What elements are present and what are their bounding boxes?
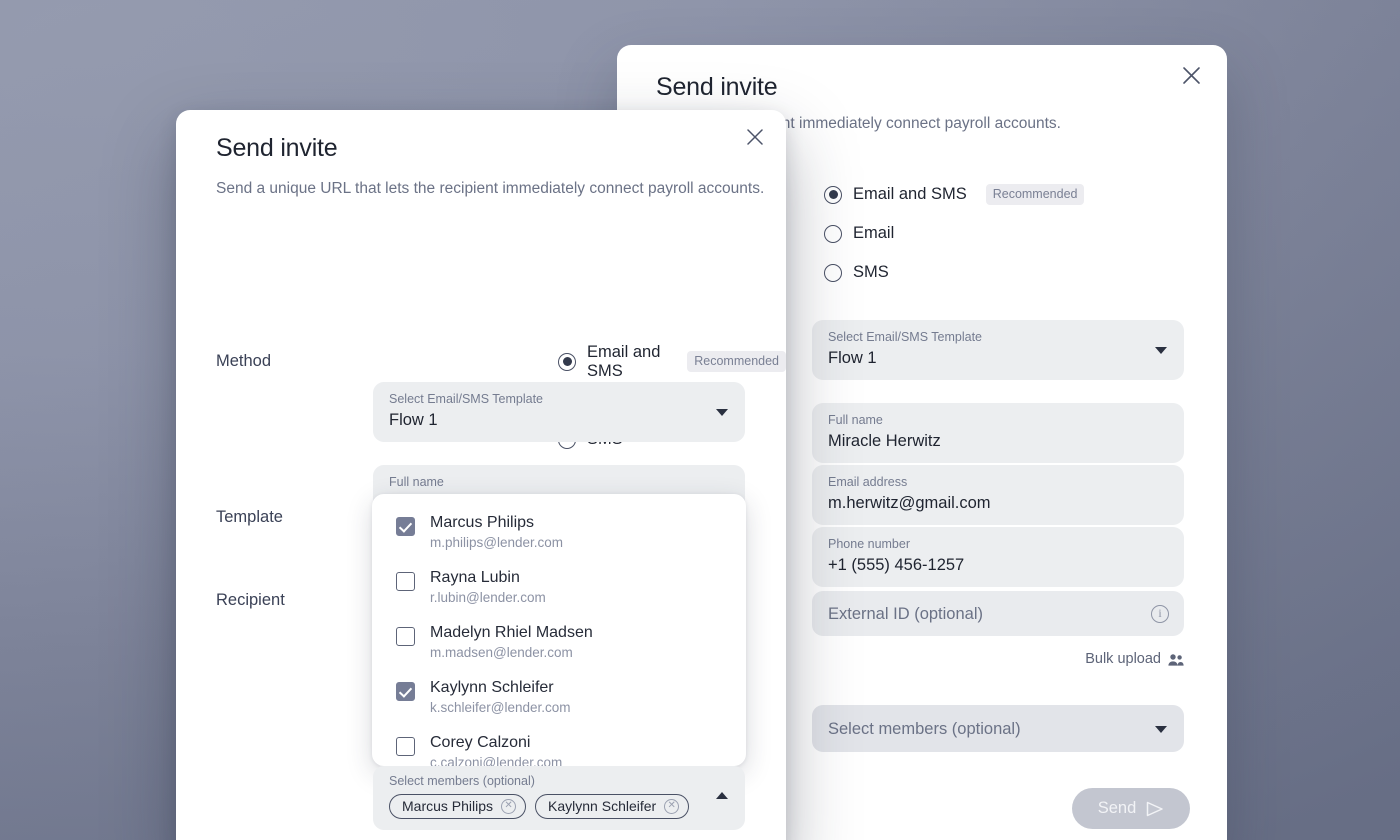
member-email: m.philips@lender.com <box>430 535 564 550</box>
back-dialog-close-button[interactable] <box>1173 57 1209 93</box>
close-icon <box>1182 66 1200 84</box>
back-phone-input[interactable]: Phone number +1 (555) 456-1257 <box>812 527 1184 587</box>
back-radio-email[interactable]: Email <box>824 214 1084 253</box>
chip-label: Kaylynn Schleifer <box>548 798 657 814</box>
checkbox-unchecked-icon[interactable] <box>396 572 415 591</box>
back-full-name-input[interactable]: Full name Miracle Herwitz <box>812 403 1184 463</box>
cc-members-input[interactable]: Select members (optional) Marcus Philips… <box>373 766 745 830</box>
members-option-list: Marcus Philips m.philips@lender.com Rayn… <box>372 494 746 766</box>
list-item[interactable]: Madelyn Rhiel Madsen m.madsen@lender.com <box>372 615 746 670</box>
dialog-close-button[interactable] <box>736 118 774 156</box>
dialog-subtitle: Send a unique URL that lets the recipien… <box>216 180 765 197</box>
close-icon <box>747 129 763 145</box>
radio-label: Email and SMS <box>587 342 661 380</box>
back-phone-value: +1 (555) 456-1257 <box>828 556 965 574</box>
checkbox-unchecked-icon[interactable] <box>396 627 415 646</box>
back-template-label: Select Email/SMS Template <box>828 330 982 344</box>
bulk-upload-button[interactable]: Bulk upload <box>1085 651 1184 667</box>
back-radio-sms[interactable]: SMS <box>824 253 1084 292</box>
back-external-id-input[interactable]: External ID (optional) i <box>812 591 1184 636</box>
info-icon[interactable]: i <box>1151 604 1169 623</box>
people-icon <box>1168 653 1184 666</box>
back-radio-label: Email <box>853 224 895 242</box>
chevron-down-icon <box>716 409 728 416</box>
chip-remove-icon[interactable]: ✕ <box>501 798 517 814</box>
member-name: Kaylynn Schleifer <box>430 679 554 696</box>
back-members-placeholder: Select members (optional) <box>828 720 1021 738</box>
radio-selected-icon <box>824 185 842 204</box>
back-template-value: Flow 1 <box>828 349 877 367</box>
back-template-select[interactable]: Select Email/SMS Template Flow 1 <box>812 320 1184 380</box>
send-button[interactable]: Send <box>1072 788 1190 829</box>
list-item[interactable]: Corey Calzoni c.calzoni@lender.com <box>372 725 746 766</box>
chevron-down-icon <box>1155 347 1167 354</box>
recommended-badge: Recommended <box>985 184 1085 205</box>
back-method-radio-group: Email and SMS Recommended Email SMS <box>824 175 1085 292</box>
members-dropdown-panel[interactable]: Marcus Philips m.philips@lender.com Rayn… <box>372 494 746 766</box>
recommended-badge: Recommended <box>687 351 786 372</box>
bulk-upload-label: Bulk upload <box>1085 651 1161 667</box>
member-email: k.schleifer@lender.com <box>430 700 571 715</box>
template-label: Select Email/SMS Template <box>389 392 543 406</box>
back-members-select[interactable]: Select members (optional) <box>812 705 1184 752</box>
label-method: Method <box>216 352 272 370</box>
back-radio-email-and-sms[interactable]: Email and SMS Recommended <box>824 175 1085 214</box>
back-radio-label: SMS <box>853 263 889 281</box>
app-background: Send invite hat lets the recipient immed… <box>0 0 1400 840</box>
dialog-title: Send invite <box>216 134 338 162</box>
back-radio-label: Email and SMS <box>853 185 967 203</box>
chevron-up-icon[interactable] <box>716 792 728 799</box>
selected-chips: Marcus Philips ✕ Kaylynn Schleifer ✕ <box>389 794 729 819</box>
cc-members-placeholder: Select members (optional) <box>389 774 535 788</box>
chip-label: Marcus Philips <box>402 798 494 814</box>
chip-marcus-philips[interactable]: Marcus Philips ✕ <box>389 794 527 819</box>
radio-selected-icon <box>558 352 576 371</box>
back-external-id-placeholder: External ID (optional) <box>828 605 983 623</box>
list-item[interactable]: Rayna Lubin r.lubin@lender.com <box>372 560 746 615</box>
list-item[interactable]: Marcus Philips m.philips@lender.com <box>372 505 746 560</box>
checkbox-checked-icon[interactable] <box>396 517 415 536</box>
label-template: Template <box>216 508 283 526</box>
member-name: Marcus Philips <box>430 514 535 531</box>
back-email-label: Email address <box>828 475 908 489</box>
template-select[interactable]: Select Email/SMS Template Flow 1 <box>373 382 745 442</box>
back-phone-label: Phone number <box>828 537 911 551</box>
member-name: Corey Calzoni <box>430 734 531 751</box>
list-item[interactable]: Kaylynn Schleifer k.schleifer@lender.com <box>372 670 746 725</box>
checkbox-checked-icon[interactable] <box>396 682 415 701</box>
member-email: m.madsen@lender.com <box>430 645 573 660</box>
radio-email-and-sms[interactable]: Email and SMS Recommended <box>558 342 786 381</box>
send-icon <box>1147 801 1164 816</box>
label-recipient: Recipient <box>216 591 285 609</box>
member-email: c.calzoni@lender.com <box>430 755 563 766</box>
back-email-input[interactable]: Email address m.herwitz@gmail.com <box>812 465 1184 525</box>
recipient-label: Full name <box>389 475 444 489</box>
checkbox-unchecked-icon[interactable] <box>396 737 415 756</box>
chip-remove-icon[interactable]: ✕ <box>664 798 680 814</box>
chevron-down-icon <box>1155 725 1167 733</box>
member-email: r.lubin@lender.com <box>430 590 546 605</box>
back-email-value: m.herwitz@gmail.com <box>828 494 991 512</box>
member-name: Rayna Lubin <box>430 569 520 586</box>
radio-unselected-icon <box>824 263 842 282</box>
back-full-name-label: Full name <box>828 413 883 427</box>
chip-kaylynn-schleifer[interactable]: Kaylynn Schleifer ✕ <box>535 794 690 819</box>
back-full-name-value: Miracle Herwitz <box>828 432 941 450</box>
back-dialog-title: Send invite <box>656 73 778 101</box>
send-button-label: Send <box>1097 799 1137 817</box>
radio-unselected-icon <box>824 224 842 243</box>
template-value: Flow 1 <box>389 411 438 429</box>
member-name: Madelyn Rhiel Madsen <box>430 624 593 641</box>
